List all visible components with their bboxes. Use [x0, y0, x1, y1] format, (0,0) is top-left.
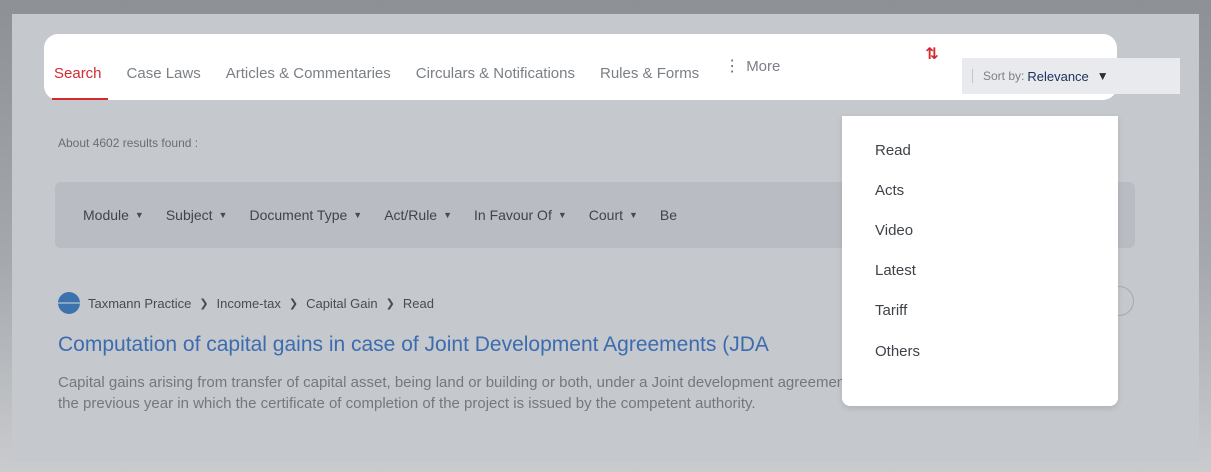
chevron-down-icon: ▼	[218, 210, 228, 220]
chevron-down-icon: ▼	[134, 210, 144, 220]
divider	[972, 69, 973, 83]
filter-bench[interactable]: Be	[660, 207, 677, 223]
breadcrumb-item[interactable]: Capital Gain	[306, 296, 378, 311]
filter-act-rule[interactable]: Act/Rule ▼	[384, 207, 452, 223]
menu-item-acts[interactable]: Acts	[875, 182, 904, 199]
globe-icon	[58, 292, 80, 314]
chevron-down-icon: ▼	[443, 210, 453, 220]
app-frame: About 4602 results found : Module ▼ Subje…	[12, 14, 1199, 462]
filter-subject[interactable]: Subject ▼	[166, 207, 228, 223]
chevron-right-icon: ❯	[199, 297, 209, 310]
chevron-right-icon: ❯	[288, 297, 299, 310]
chevron-down-icon: ▼	[1096, 69, 1109, 83]
sort-value: Relevance	[1027, 68, 1089, 84]
menu-item-latest[interactable]: Latest	[875, 262, 916, 279]
sort-icon[interactable]: ⇅	[920, 40, 944, 70]
more-button[interactable]: ⋮ More	[724, 34, 780, 100]
result-title[interactable]: Computation of capital gains in case of …	[58, 333, 769, 357]
results-count: About 4602 results found :	[58, 136, 199, 150]
filter-in-favour-of[interactable]: In Favour Of ▼	[474, 207, 567, 223]
filter-court[interactable]: Court ▼	[589, 207, 638, 223]
breadcrumb-item[interactable]: Income-tax	[217, 296, 281, 311]
menu-item-read[interactable]: Read	[875, 142, 911, 159]
filter-document-type[interactable]: Document Type ▼	[249, 207, 362, 223]
filter-module[interactable]: Module ▼	[83, 207, 144, 223]
menu-item-others[interactable]: Others	[875, 343, 920, 360]
menu-item-tariff[interactable]: Tariff	[875, 302, 907, 319]
chevron-right-icon: ❯	[385, 297, 395, 310]
chevron-down-icon: ▼	[629, 210, 638, 220]
more-menu: Read Acts Video Latest Tariff Others	[842, 116, 1118, 406]
menu-item-video[interactable]: Video	[875, 222, 913, 239]
chevron-down-icon: ▼	[557, 210, 567, 220]
breadcrumb-item[interactable]: Taxmann Practice	[88, 296, 191, 311]
breadcrumb-item[interactable]: Read	[403, 296, 434, 311]
chevron-down-icon: ▼	[353, 210, 363, 220]
tab-search[interactable]: Search	[52, 34, 108, 100]
tab-circulars[interactable]: Circulars & Notifications	[416, 34, 575, 100]
sort-label: Sort by:	[983, 69, 1025, 83]
top-nav: Search Case Laws Articles & Commentaries…	[44, 34, 1117, 100]
tab-case-laws[interactable]: Case Laws	[127, 34, 201, 100]
tab-rules-forms[interactable]: Rules & Forms	[600, 34, 699, 100]
breadcrumb: Taxmann Practice ❯ Income-tax ❯ Capital …	[58, 292, 434, 314]
vertical-dots-icon: ⋮	[724, 58, 741, 75]
tab-articles[interactable]: Articles & Commentaries	[226, 34, 391, 100]
sort-dropdown[interactable]: Sort by: Relevance ▼	[962, 58, 1180, 94]
more-label: More	[746, 58, 781, 75]
